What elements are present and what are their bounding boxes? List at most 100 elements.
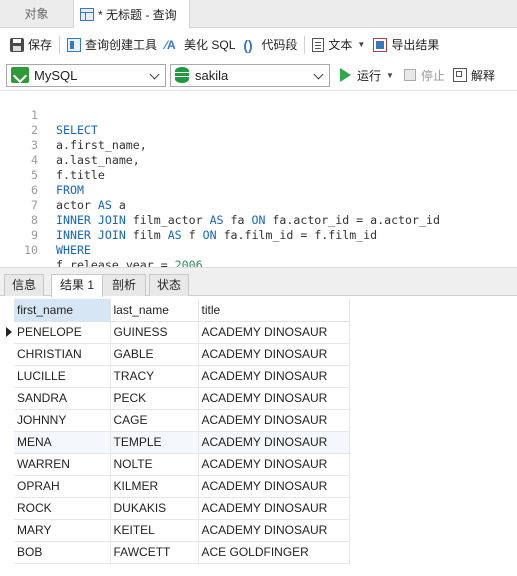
stop-label: 停止: [420, 68, 445, 83]
play-icon: [340, 68, 351, 82]
cell-title[interactable]: ACADEMY DINOSAUR: [198, 431, 350, 454]
query-builder-icon: [67, 37, 82, 52]
table-row[interactable]: PENELOPE GUINESS ACADEMY DINOSAUR: [14, 321, 350, 344]
table-row[interactable]: MENA TEMPLE ACADEMY DINOSAUR: [14, 431, 350, 454]
query-table-icon: [80, 8, 94, 21]
cell-last-name[interactable]: NOLTE: [110, 453, 199, 476]
table-row[interactable]: ROCK DUKAKIS ACADEMY DINOSAUR: [14, 497, 350, 520]
cell-first-name[interactable]: WARREN: [14, 453, 111, 476]
table-row[interactable]: BOB FAWCETT ACE GOLDFINGER: [14, 541, 350, 564]
code-text: f.title: [56, 168, 105, 182]
toolbar-divider: [59, 35, 61, 54]
explain-button[interactable]: 解释: [452, 67, 495, 84]
result-table: first_name last_name title PENELOPE GUINE…: [14, 299, 350, 564]
cell-first-name[interactable]: BOB: [14, 541, 111, 564]
cell-first-name[interactable]: MENA: [14, 431, 111, 454]
beautify-label: 美化 SQL: [184, 38, 236, 52]
cell-first-name[interactable]: JOHNNY: [14, 409, 111, 432]
code-text: a.last_name,: [56, 153, 140, 167]
table-row[interactable]: LUCILLE TRACY ACADEMY DINOSAUR: [14, 365, 350, 388]
cell-last-name[interactable]: CAGE: [110, 409, 199, 432]
cell-first-name[interactable]: CHRISTIAN: [14, 343, 111, 366]
mysql-connection-icon: [11, 67, 29, 83]
cell-title[interactable]: ACADEMY DINOSAUR: [198, 365, 350, 388]
cell-title[interactable]: ACADEMY DINOSAUR: [198, 497, 350, 520]
cell-last-name[interactable]: TRACY: [110, 365, 199, 388]
tab-profile[interactable]: 剖析: [102, 274, 146, 296]
explain-label: 解释: [470, 68, 495, 83]
save-label: 保存: [28, 38, 53, 52]
cell-last-name[interactable]: TEMPLE: [110, 431, 199, 454]
cell-first-name[interactable]: SANDRA: [14, 387, 111, 410]
code-text: INNER JOIN film AS f ON fa.film_id = f.f…: [56, 228, 378, 242]
cell-title[interactable]: ACADEMY DINOSAUR: [198, 453, 350, 476]
table-row[interactable]: WARREN NOLTE ACADEMY DINOSAUR: [14, 453, 350, 476]
chevron-down-icon: [149, 69, 161, 81]
cell-first-name[interactable]: LUCILLE: [14, 365, 111, 388]
code-text: WHERE: [56, 243, 91, 257]
table-row[interactable]: CHRISTIAN GABLE ACADEMY DINOSAUR: [14, 343, 350, 366]
code-line: 6 actor AS a: [0, 168, 126, 212]
table-header-row: first_name last_name title: [14, 299, 350, 322]
table-row[interactable]: JOHNNY CAGE ACADEMY DINOSAUR: [14, 409, 350, 432]
table-row[interactable]: SANDRA PECK ACADEMY DINOSAUR: [14, 387, 350, 410]
code-line: 3 a.last_name,: [0, 123, 140, 167]
cell-title[interactable]: ACADEMY DINOSAUR: [198, 321, 350, 344]
tab-untitled-query[interactable]: * 无标题 - 查询: [74, 0, 190, 29]
run-button[interactable]: 运行 ▼: [340, 67, 394, 84]
chevron-down-icon: ▼: [357, 40, 366, 49]
cell-title[interactable]: ACADEMY DINOSAUR: [198, 343, 350, 366]
beautify-sql-button[interactable]: ⁄A 美化 SQL: [161, 34, 239, 56]
database-value: sakila: [195, 67, 229, 83]
line-number: 10: [24, 243, 38, 257]
column-header-last-name[interactable]: last_name: [110, 299, 199, 322]
tab-objects[interactable]: 对象: [0, 0, 74, 28]
code-snippet-button[interactable]: () 代码段: [239, 34, 301, 56]
column-header-title[interactable]: title: [198, 299, 350, 322]
export-icon: [373, 37, 388, 52]
query-toolbar: 保存 查询创建工具 ⁄A 美化 SQL () 代码段 文本 ▼ 导出结果: [0, 29, 517, 60]
column-header-first-name[interactable]: first_name: [14, 299, 111, 322]
connection-select[interactable]: MySQL: [6, 63, 166, 87]
text-button[interactable]: 文本 ▼: [308, 34, 369, 56]
chevron-down-icon[interactable]: ▼: [386, 71, 394, 80]
cell-last-name[interactable]: GABLE: [110, 343, 199, 366]
cell-title[interactable]: ACADEMY DINOSAUR: [198, 387, 350, 410]
cell-title[interactable]: ACADEMY DINOSAUR: [198, 475, 350, 498]
cell-last-name[interactable]: FAWCETT: [110, 541, 199, 564]
explain-icon: [452, 68, 467, 82]
code-text: SELECT: [56, 123, 98, 137]
cell-first-name[interactable]: OPRAH: [14, 475, 111, 498]
cell-last-name[interactable]: DUKAKIS: [110, 497, 199, 520]
cell-title[interactable]: ACE GOLDFINGER: [198, 541, 350, 564]
result-grid[interactable]: first_name last_name title PENELOPE GUINE…: [0, 297, 517, 576]
tab-info[interactable]: 信息: [4, 274, 44, 296]
database-select[interactable]: sakila: [170, 63, 330, 87]
cell-last-name[interactable]: KILMER: [110, 475, 199, 498]
cell-last-name[interactable]: PECK: [110, 387, 199, 410]
query-builder-label: 查询创建工具: [85, 38, 158, 52]
cell-title[interactable]: ACADEMY DINOSAUR: [198, 409, 350, 432]
cell-last-name[interactable]: KEITEL: [110, 519, 199, 542]
code-line: 2 a.first_name,: [0, 108, 147, 152]
export-results-button[interactable]: 导出结果: [369, 34, 443, 56]
cell-first-name[interactable]: PENELOPE: [14, 321, 111, 344]
cell-last-name[interactable]: GUINESS: [110, 321, 199, 344]
save-button[interactable]: 保存: [6, 34, 56, 56]
cell-title[interactable]: ACADEMY DINOSAUR: [198, 519, 350, 542]
cell-first-name[interactable]: MARY: [14, 519, 111, 542]
table-row[interactable]: OPRAH KILMER ACADEMY DINOSAUR: [14, 475, 350, 498]
sql-editor[interactable]: 1 SELECT 2 a.first_name, 3 a.last_name, …: [0, 90, 517, 272]
cell-first-name[interactable]: ROCK: [14, 497, 111, 520]
code-line: 4 f.title: [0, 138, 105, 182]
tab-status[interactable]: 状态: [149, 274, 189, 296]
connection-value: MySQL: [34, 67, 78, 83]
text-document-icon: [312, 37, 325, 52]
result-tab-bar: 信息 结果 1 剖析 状态: [0, 271, 517, 297]
tab-result-1[interactable]: 结果 1: [51, 274, 103, 297]
connection-toolbar: MySQL sakila 运行 ▼ 停止 解释: [0, 60, 517, 90]
table-row[interactable]: MARY KEITEL ACADEMY DINOSAUR: [14, 519, 350, 542]
export-label: 导出结果: [391, 38, 440, 52]
stop-button[interactable]: 停止: [403, 67, 445, 84]
query-builder-button[interactable]: 查询创建工具: [63, 34, 161, 56]
